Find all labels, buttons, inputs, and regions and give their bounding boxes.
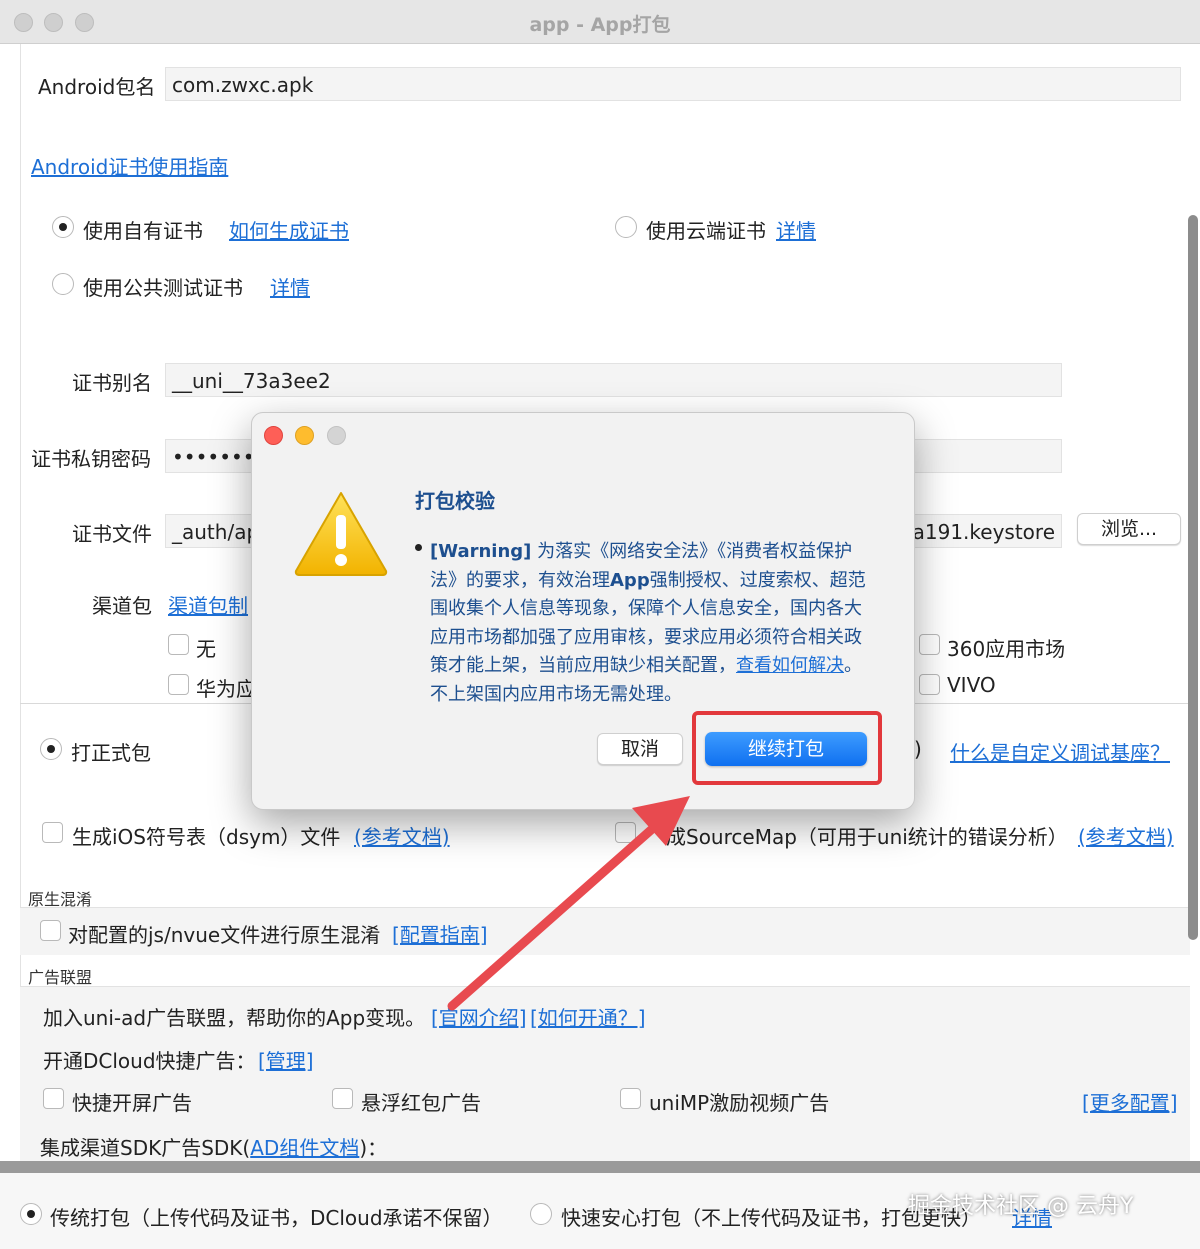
watermark: 掘金技术社区 @ 云舟Y [908,1194,1134,1219]
arrow-annotation-icon [447,796,690,1011]
